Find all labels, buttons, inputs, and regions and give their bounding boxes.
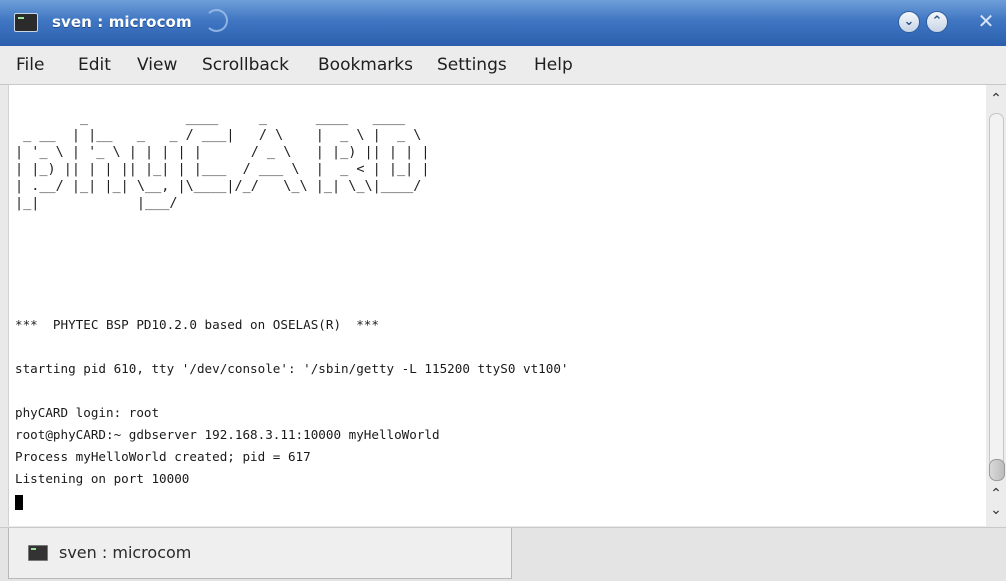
- terminal-line: *** PHYTEC BSP PD10.2.0 based on OSELAS(…: [15, 317, 379, 332]
- scroll-up-top-icon[interactable]: ⌃: [986, 91, 1006, 107]
- ascii-banner-line: | '_ \ | '_ \ | | | | | / _ \ | |_) || |…: [15, 144, 430, 160]
- menu-scrollback[interactable]: Scrollback: [202, 55, 289, 75]
- scroll-up-icon[interactable]: ⌃: [986, 486, 1006, 502]
- maximize-button[interactable]: ⌃: [926, 11, 948, 33]
- vertical-scrollbar[interactable]: ⌃ ⌃ ⌄: [986, 85, 1006, 526]
- close-button[interactable]: ✕: [976, 11, 996, 31]
- menu-help[interactable]: Help: [534, 55, 573, 75]
- window-title: sven : microcom: [52, 13, 192, 31]
- terminal-output[interactable]: _ ____ _ ____ ____ _ __ | |__ _ _ / ___|…: [8, 85, 987, 526]
- title-bar[interactable]: sven : microcom ⌄ ⌃ ✕: [0, 0, 1006, 47]
- tab-label: sven : microcom: [59, 543, 192, 562]
- menu-settings[interactable]: Settings: [437, 55, 507, 75]
- terminal-line: root@phyCARD:~ gdbserver 192.168.3.11:10…: [15, 427, 440, 442]
- menu-edit[interactable]: Edit: [78, 55, 111, 75]
- menu-view[interactable]: View: [137, 55, 177, 75]
- terminal-icon[interactable]: [14, 13, 38, 32]
- tab-session[interactable]: sven : microcom: [8, 528, 512, 579]
- scroll-thumb[interactable]: [989, 459, 1005, 481]
- ascii-banner-line: | |_) || | | || |_| | |___ / ___ \ | _ <…: [15, 161, 430, 177]
- terminal-line: Process myHelloWorld created; pid = 617: [15, 449, 311, 464]
- terminal-line: Listening on port 10000: [15, 471, 190, 486]
- menu-bookmarks[interactable]: Bookmarks: [318, 55, 413, 75]
- swirl-icon: [205, 9, 228, 32]
- tab-bar: sven : microcom: [0, 527, 1006, 581]
- terminal-line: phyCARD login: root: [15, 405, 160, 420]
- text-cursor: [15, 495, 23, 510]
- terminal-icon: [28, 545, 48, 561]
- menu-file[interactable]: File: [16, 55, 44, 75]
- ascii-banner-line: | .__/ |_| |_| \__, |\____|/_/ \_\ |_| \…: [15, 178, 422, 194]
- menu-bar: File Edit View Scrollback Bookmarks Sett…: [0, 46, 1006, 85]
- terminal-line: starting pid 610, tty '/dev/console': '/…: [15, 361, 569, 376]
- ascii-banner-line: _ __ | |__ _ _ / ___| / \ | _ \ | _ \: [15, 127, 422, 143]
- scroll-down-icon[interactable]: ⌄: [986, 502, 1006, 518]
- ascii-banner-line: |_| |___/: [15, 195, 178, 211]
- scroll-track[interactable]: [989, 113, 1004, 467]
- minimize-button[interactable]: ⌄: [898, 11, 920, 33]
- ascii-banner-line: _ ____ _ ____ ____: [15, 110, 406, 126]
